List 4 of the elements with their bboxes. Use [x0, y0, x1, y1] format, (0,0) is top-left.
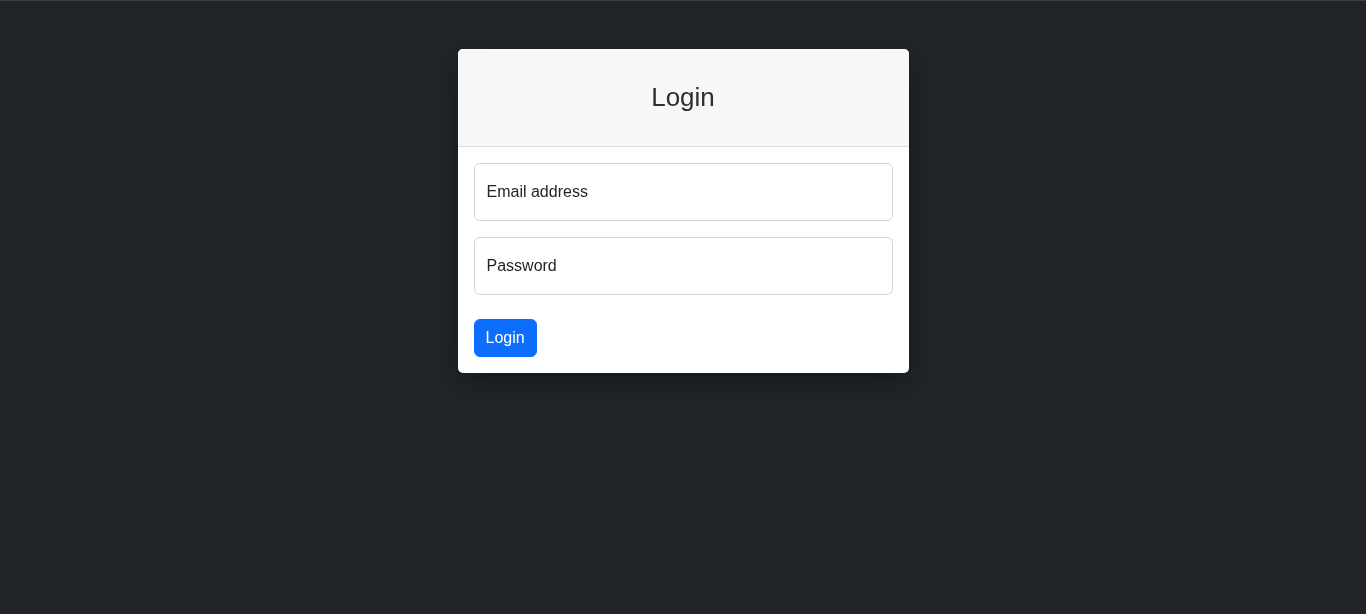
email-field[interactable]: Email address [473, 163, 893, 221]
password-field[interactable]: Password [473, 237, 893, 295]
login-button[interactable]: Login [473, 319, 537, 357]
card-title: Login [651, 81, 715, 114]
